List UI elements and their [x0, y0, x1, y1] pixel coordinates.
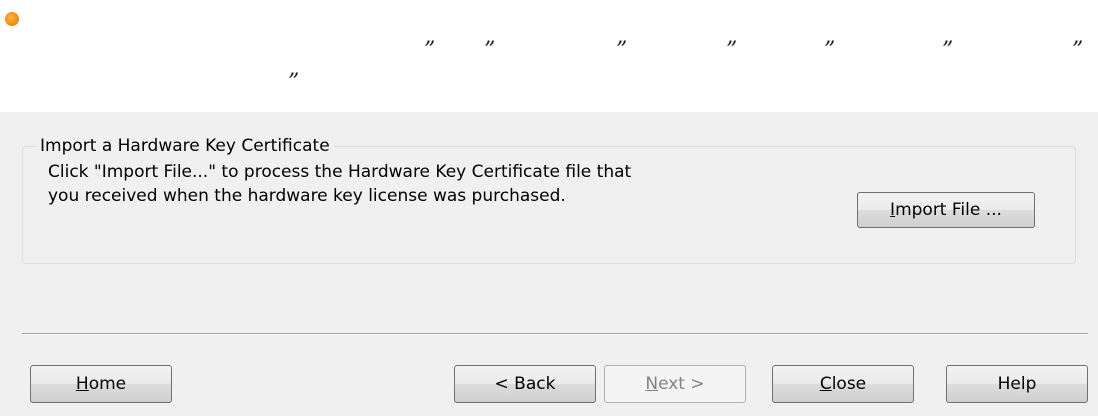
- stray-quote-mark: ”: [616, 38, 628, 63]
- dialog-body: Import a Hardware Key Certificate Click …: [0, 112, 1098, 416]
- stray-quote-mark: ”: [942, 38, 954, 63]
- stray-quote-mark: ”: [288, 70, 300, 95]
- groupbox-title: Import a Hardware Key Certificate: [36, 134, 334, 158]
- instructions-text: Click "Import File..." to process the Ha…: [48, 160, 631, 208]
- stray-quote-mark: ”: [726, 38, 738, 63]
- stray-quote-mark: ”: [824, 38, 836, 63]
- back-button[interactable]: < Back: [454, 365, 596, 403]
- instructions-line-2: you received when the hardware key licen…: [48, 186, 566, 206]
- footer-separator: [22, 333, 1088, 335]
- help-button[interactable]: Help: [946, 365, 1088, 403]
- instructions-line-1: Click "Import File..." to process the Ha…: [48, 162, 632, 182]
- orange-bullet-icon: [5, 12, 19, 26]
- close-button[interactable]: Close: [772, 365, 914, 403]
- home-button[interactable]: Home: [30, 365, 172, 403]
- next-button[interactable]: Next >: [604, 365, 746, 403]
- stray-quote-mark: ”: [1072, 38, 1084, 63]
- stray-quote-mark: ”: [424, 38, 436, 63]
- stray-quote-mark: ”: [484, 38, 496, 63]
- import-file-button[interactable]: Import File ...: [857, 192, 1035, 228]
- top-blank-area: ” ” ” ” ” ” ” ”: [0, 0, 1098, 112]
